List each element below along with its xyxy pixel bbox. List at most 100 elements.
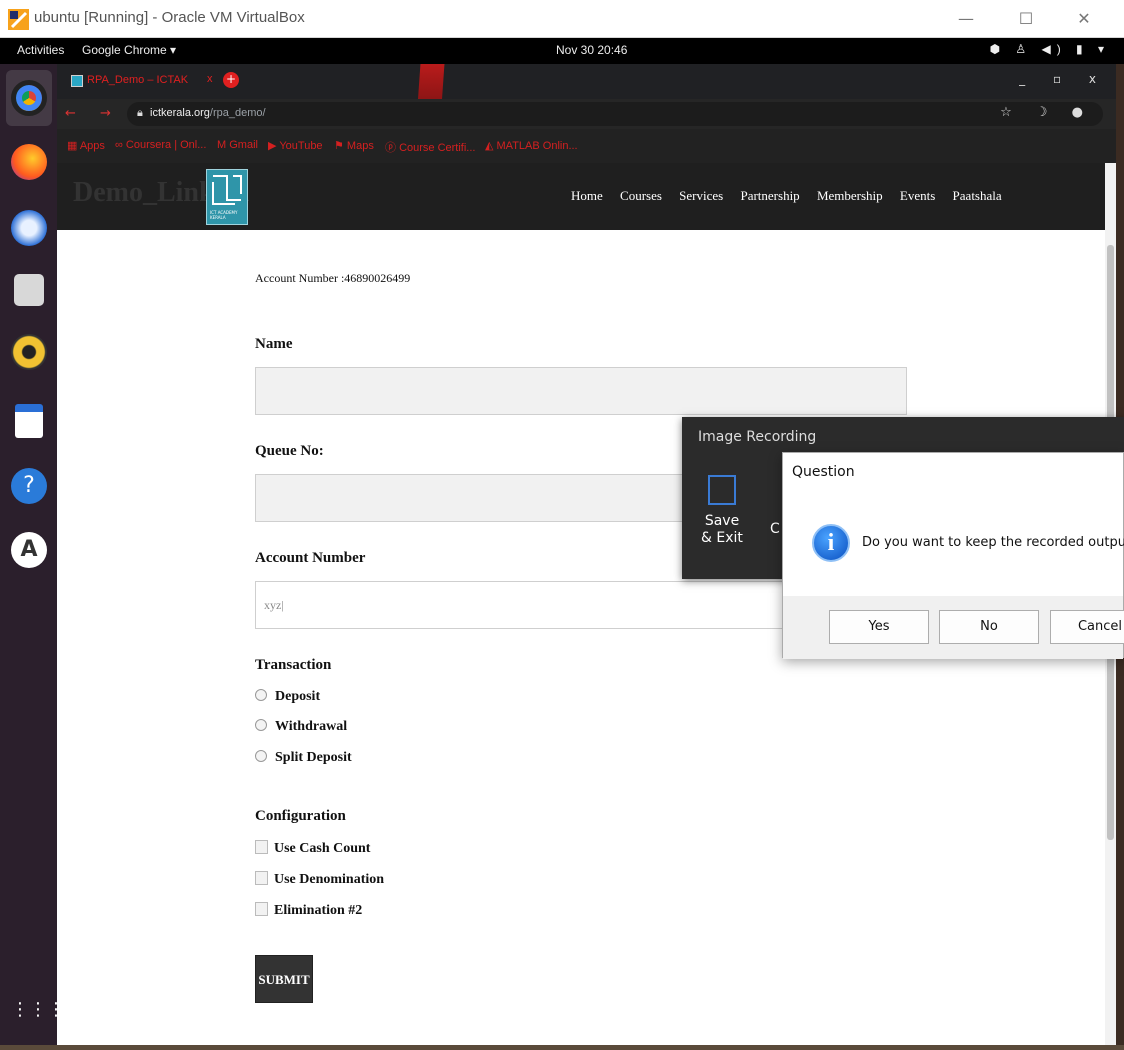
logo-mark-icon [212,175,242,205]
firefox-icon[interactable] [11,144,47,180]
rhythmbox-icon[interactable] [11,334,47,370]
bookmark-matlab[interactable]: ◭ MATLAB Onlin... [485,139,578,152]
favicon-icon [71,75,83,87]
nav-membership[interactable]: Membership [817,188,883,203]
dialog-message: Do you want to keep the recorded output … [862,535,1124,550]
nav-home[interactable]: Home [571,188,603,203]
configuration-label: Configuration [255,808,346,824]
virtualbox-logo-icon [8,9,29,30]
close-button[interactable]: ✕ [1066,6,1102,32]
bookmark-apps[interactable]: ▦ Apps [67,139,105,152]
tab-strip: RPA_Demo – ICTAK x + _ ▫ x [57,64,1116,99]
radio-label: Split Deposit [275,750,352,765]
clock[interactable]: Nov 30 20:46 [556,43,627,57]
radio-circle[interactable] [255,689,267,701]
chrome-icon[interactable] [11,80,47,116]
activities-button[interactable]: Activities [17,43,64,57]
bookmark-label: Apps [79,140,105,152]
site-nav-links: Home Courses Services Partnership Member… [571,188,1016,204]
name-label: Name [255,336,293,352]
files-icon[interactable] [14,274,44,306]
checkbox-box[interactable] [255,871,268,885]
name-input[interactable] [255,367,907,415]
ubuntu-top-bar: Activities Google Chrome ▾ Nov 30 20:46 … [0,38,1124,64]
submit-button[interactable]: SUBMIT [255,955,313,1003]
checkbox-cash-count[interactable]: Use Cash Count [255,840,370,857]
app-menu[interactable]: Google Chrome ▾ [82,43,176,57]
transaction-label: Transaction [255,657,332,673]
image-recording-title: Image Recording [698,429,817,445]
radio-label: Deposit [275,689,321,704]
nav-events[interactable]: Events [900,188,935,203]
url-path: /rpa_demo/ [209,107,266,119]
nav-partnership[interactable]: Partnership [740,188,799,203]
nav-paatshala[interactable]: Paatshala [953,188,1002,203]
queue-label: Queue No: [255,443,324,459]
help-icon[interactable]: ? [11,468,47,504]
tab-rpa-demo[interactable]: RPA_Demo – ICTAK x [65,70,245,96]
desktop-bottom-edge [0,1045,1124,1050]
window-title: ubuntu [Running] - Oracle VM VirtualBox [34,9,305,26]
bookmark-label: Maps [346,140,374,152]
nav-services[interactable]: Services [679,188,723,203]
site-navbar: Demo_Link_R ICT ACADEMY KERALA Home Cour… [57,163,1105,230]
bookmark-label: Gmail [229,139,258,151]
radio-label: Withdrawal [275,719,348,734]
checkbox-label: Use Cash Count [274,841,371,856]
no-button[interactable]: No [939,610,1039,644]
bookmark-label: YouTube [279,140,323,152]
url-text: ictkerala.org/rpa_demo/ [150,107,266,119]
tab-title: RPA_Demo – ICTAK [87,74,189,86]
radio-circle[interactable] [255,719,267,731]
save-exit-button[interactable]: Save & Exit [700,513,744,547]
show-apps-icon[interactable]: ⋮⋮⋮ [11,992,65,1028]
system-tray[interactable]: ⬢ ♙ ◀) ▮ ▾ [990,42,1110,56]
url-domain: ictkerala.org [150,107,210,119]
lock-icon: 🔒︎ [137,106,143,119]
thunderbird-icon[interactable] [11,210,47,246]
chrome-toolbar: ← → ↻ 🔒︎ ictkerala.org/rpa_demo/ ☆ ☽ ● [57,99,1116,129]
new-tab-button[interactable]: + [223,72,239,88]
radio-deposit[interactable]: Deposit [255,689,320,705]
account-number-display: Account Number :46890026499 [255,271,411,285]
maximize-button[interactable]: ☐ [1008,6,1044,32]
address-bar[interactable]: 🔒︎ ictkerala.org/rpa_demo/ ☆ ☽ ● [127,102,1103,126]
question-dialog: Question i Do you want to keep the recor… [782,452,1124,659]
bookmark-youtube[interactable]: ▶ YouTube [268,139,323,152]
bookmark-course-cert[interactable]: ⓟ Course Certifi... [385,139,475,155]
writer-icon[interactable] [15,404,43,438]
omnibox-actions[interactable]: ☆ ☽ ● [1000,105,1093,120]
checkbox-box[interactable] [255,902,268,916]
info-icon: i [812,524,850,562]
checkbox-label: Elimination #2 [274,903,363,918]
virtualbox-titlebar: ubuntu [Running] - Oracle VM VirtualBox … [0,0,1124,38]
bookmarks-bar: ▦ Apps ∞ Coursera | Onl... M Gmail ▶ You… [57,129,1116,163]
checkbox-label: Use Denomination [274,872,385,887]
radio-split-deposit[interactable]: Split Deposit [255,750,352,766]
bookmark-label: MATLAB Onlin... [496,140,578,152]
logo-caption: ICT ACADEMY KERALA [210,210,238,220]
bookmark-coursera[interactable]: ∞ Coursera | Onl... [115,139,206,151]
chrome-window-controls[interactable]: _ ▫ x [1019,72,1108,86]
save-icon[interactable] [708,475,736,505]
background-wallpaper-stripe [413,64,445,99]
software-center-icon[interactable]: A [11,532,47,568]
nav-courses[interactable]: Courses [620,188,662,203]
minimize-button[interactable]: — [948,6,984,32]
radio-withdrawal[interactable]: Withdrawal [255,719,347,735]
account-label: Account Number [255,550,366,566]
bookmark-maps[interactable]: ⚑ Maps [334,139,374,152]
checkbox-denomination[interactable]: Use Denomination [255,871,384,888]
ict-academy-logo[interactable]: ICT ACADEMY KERALA [206,169,248,225]
bookmark-label: Coursera | Onl... [125,139,207,151]
ubuntu-dock: ? A ⋮⋮⋮ [0,64,65,1045]
tab-close-icon[interactable]: x [207,73,213,85]
checkbox-box[interactable] [255,840,268,854]
bookmark-gmail[interactable]: M Gmail [217,139,258,151]
cancel-button[interactable]: Cancel [1050,610,1124,644]
bookmark-label: Course Certifi... [399,142,476,154]
radio-circle[interactable] [255,750,267,762]
account-input-value: xyz| [264,598,284,612]
yes-button[interactable]: Yes [829,610,929,644]
checkbox-elimination[interactable]: Elimination #2 [255,902,362,919]
